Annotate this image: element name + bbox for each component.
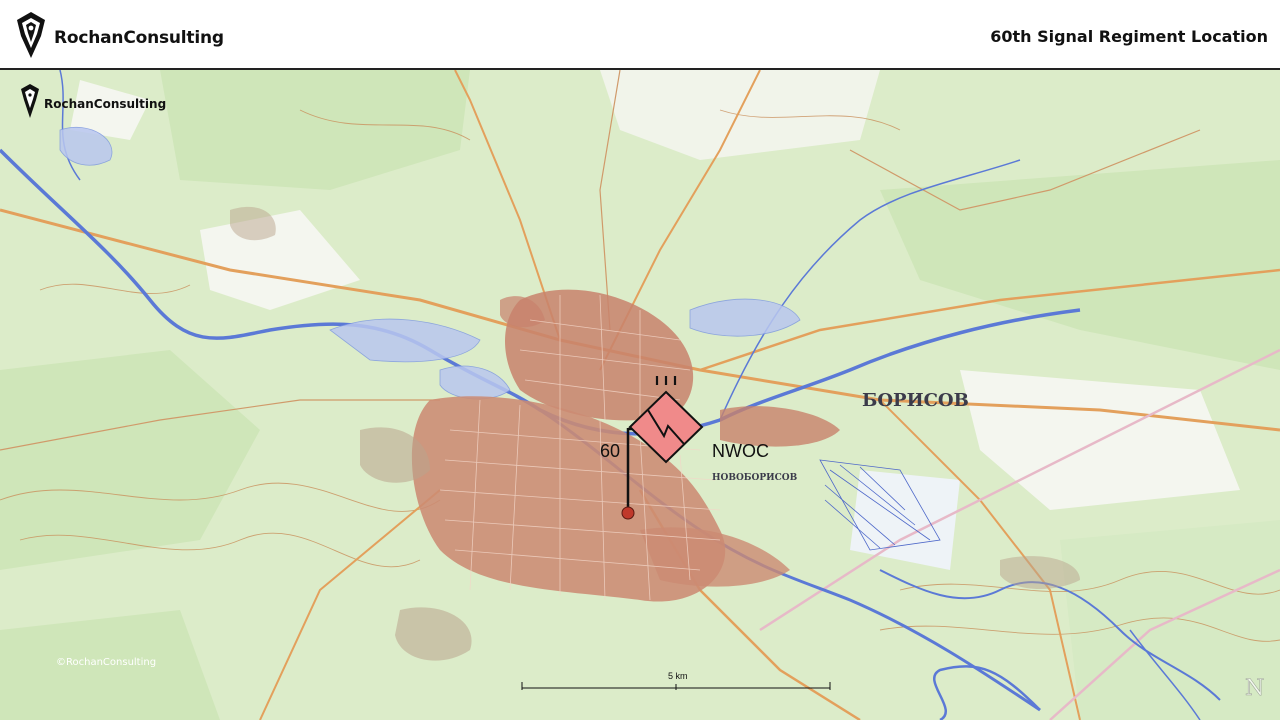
rochan-logo-icon [14,10,48,65]
unit-number: 60 [600,441,620,461]
copyright-text: ©RochanConsulting [56,657,156,668]
higher-formation: NWOC [712,441,769,461]
header-bar: RochanConsulting 60th Signal Regiment Lo… [0,0,1280,70]
city-label: БОРИСОВ [862,390,969,411]
north-label: N [1245,676,1264,701]
north-arrow-icon: N [1245,676,1265,702]
brand: RochanConsulting [14,10,224,65]
scale-label: 5 km [668,671,688,681]
topographic-map[interactable]: RochanConsulting БОРИСОВ НОВОБОРИСОВ 60 … [0,70,1280,720]
map-canvas: RochanConsulting БОРИСОВ НОВОБОРИСОВ 60 … [0,70,1280,720]
page-title: 60th Signal Regiment Location [990,27,1268,46]
location-marker[interactable] [621,506,635,520]
app-frame: RochanConsulting 60th Signal Regiment Lo… [0,0,1280,720]
district-label: НОВОБОРИСОВ [712,473,798,483]
watermark-brand-name: RochanConsulting [44,97,166,111]
brand-name: RochanConsulting [54,27,224,48]
